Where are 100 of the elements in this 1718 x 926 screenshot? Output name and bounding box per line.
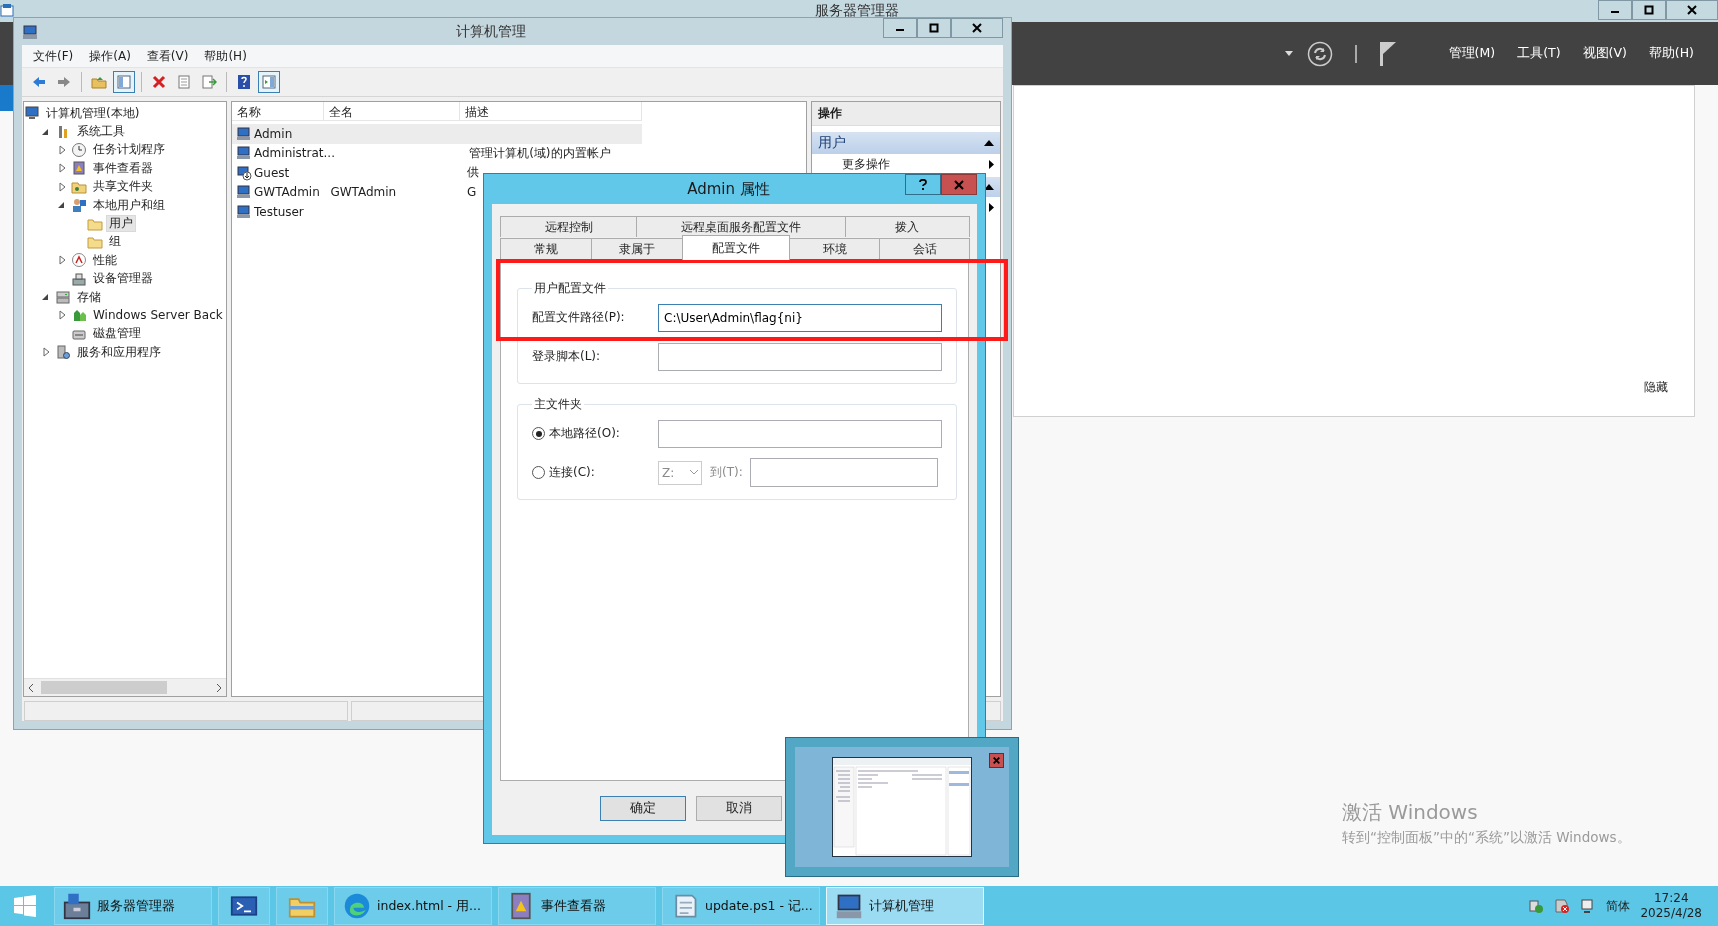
- collapse-arrow-icon: [984, 140, 994, 146]
- tree-item[interactable]: 本地用户和组: [90, 196, 168, 214]
- menu-item[interactable]: 工具(T): [1513, 43, 1565, 64]
- maximize-button[interactable]: [917, 18, 951, 38]
- close-button[interactable]: [1666, 0, 1718, 20]
- minimize-button[interactable]: [1598, 0, 1632, 20]
- minimize-button[interactable]: [883, 18, 917, 38]
- dialog-button[interactable]: 确定: [600, 795, 686, 821]
- close-button[interactable]: [951, 18, 1003, 38]
- close-icon: [972, 23, 982, 33]
- close-icon: [1687, 5, 1697, 15]
- expand-arrow-icon[interactable]: [56, 162, 68, 175]
- up-folder-icon: [91, 74, 107, 90]
- expand-arrow-icon[interactable]: [56, 143, 68, 156]
- menu-item[interactable]: 帮助(H): [197, 45, 254, 67]
- menu-item[interactable]: 视图(V): [1578, 43, 1631, 64]
- taskbar-button[interactable]: index.html - 用...: [334, 887, 492, 925]
- toolbar-button[interactable]: [258, 71, 280, 93]
- taskbar-button[interactable]: [218, 887, 270, 925]
- table-cell: G: [467, 185, 477, 200]
- input-field[interactable]: [749, 458, 938, 487]
- computer-management-icon: [835, 892, 863, 920]
- tree-item[interactable]: 事件查看器: [90, 159, 156, 177]
- help-button[interactable]: [905, 174, 941, 195]
- tab[interactable]: 配置文件: [682, 235, 790, 260]
- hide-link[interactable]: 隐藏: [1644, 379, 1668, 396]
- input-field[interactable]: [658, 419, 942, 448]
- column-header[interactable]: 名称: [232, 102, 324, 121]
- tab[interactable]: 远程控制: [500, 216, 638, 237]
- submenu-arrow-icon: [989, 202, 994, 212]
- users-icon: [71, 197, 87, 214]
- expand-arrow-icon[interactable]: [56, 309, 68, 322]
- input-language[interactable]: 简体: [1606, 897, 1631, 915]
- tree-item[interactable]: 组: [106, 233, 124, 251]
- tree-item[interactable]: 存储: [74, 288, 104, 306]
- gauge-icon: [71, 252, 87, 269]
- browser-icon: [343, 892, 371, 920]
- tree-item[interactable]: 共享文件夹: [90, 178, 156, 196]
- expand-arrow-icon[interactable]: [40, 346, 52, 359]
- expand-arrow-icon[interactable]: [56, 180, 68, 193]
- action-section-header[interactable]: 用户: [812, 132, 1000, 154]
- user-name: GWTAdmin: [254, 185, 320, 200]
- group-label: 主文件夹: [533, 396, 583, 413]
- forward-arrow-icon: [56, 74, 72, 90]
- network-icon: [1528, 898, 1545, 914]
- taskbar-button[interactable]: update.ps1 - 记...: [662, 887, 820, 925]
- refresh-icon[interactable]: [1306, 40, 1333, 67]
- taskbar-button[interactable]: 事件查看器: [498, 887, 656, 925]
- field-label: 到(T):: [710, 464, 743, 481]
- tree-item[interactable]: 设备管理器: [90, 270, 156, 288]
- clock[interactable]: 17:24 2025/4/28: [1640, 891, 1702, 921]
- table-row[interactable]: Administrat... 管理计算机(域)的内置帐户: [232, 143, 642, 163]
- tree-item[interactable]: 磁盘管理: [90, 325, 144, 343]
- menu-item[interactable]: 查看(V): [139, 45, 196, 67]
- tree-item[interactable]: 任务计划程序: [90, 141, 168, 159]
- server-toolbox-icon: [63, 892, 91, 920]
- window-title: 服务器管理器: [814, 2, 900, 20]
- action-item[interactable]: 更多操作: [812, 154, 1000, 174]
- tree-item[interactable]: 服务和应用程序: [74, 343, 164, 361]
- tree-item[interactable]: 计算机管理(本地): [43, 104, 143, 122]
- tree-item[interactable]: Windows Server Back: [90, 307, 226, 324]
- delete-icon: [151, 74, 167, 90]
- table-cell: GWTAdmin: [330, 185, 397, 200]
- column-header[interactable]: 描述: [460, 102, 642, 121]
- toolbar-button[interactable]: [113, 71, 135, 93]
- tab[interactable]: 拨入: [844, 216, 970, 237]
- tab[interactable]: 会话: [879, 238, 970, 259]
- export-icon: [201, 74, 217, 90]
- column-header[interactable]: 全名: [324, 102, 460, 121]
- menu-item[interactable]: 管理(M): [1444, 43, 1500, 64]
- event-log-icon: [71, 160, 87, 177]
- window-thumbnail-drawing[interactable]: [832, 757, 972, 857]
- input-field[interactable]: C:\User\Admin\flag{ni}: [658, 303, 942, 332]
- table-cell: 管理计算机(域)的内置帐户: [469, 144, 611, 162]
- flag-icon[interactable]: [1378, 40, 1397, 67]
- taskbar-button[interactable]: 计算机管理: [826, 887, 984, 925]
- security-alert-icon: [1554, 898, 1571, 914]
- horizontal-scrollbar[interactable]: [24, 678, 226, 696]
- restore-button[interactable]: [1632, 0, 1666, 20]
- menu-item[interactable]: 文件(F): [26, 45, 81, 67]
- tree-item[interactable]: 用户: [106, 215, 136, 233]
- input-field[interactable]: [658, 342, 942, 371]
- menu-item[interactable]: 操作(A): [82, 45, 138, 67]
- radio-button[interactable]: 本地路径(O):: [532, 425, 658, 442]
- table-row[interactable]: Admin: [232, 124, 642, 144]
- table-cell: 供: [467, 164, 480, 182]
- radio-button[interactable]: 连接(C):: [532, 464, 658, 481]
- tab[interactable]: 常规: [500, 238, 592, 259]
- expand-arrow-icon[interactable]: [56, 254, 68, 267]
- menu-item[interactable]: 帮助(H): [1644, 43, 1698, 64]
- tree-item[interactable]: 系统工具: [74, 123, 128, 141]
- dropdown-caret-icon[interactable]: [1284, 51, 1293, 56]
- tab[interactable]: 远程桌面服务配置文件: [636, 216, 846, 237]
- tab[interactable]: 环境: [789, 238, 880, 259]
- dialog-title: Admin 属性: [686, 179, 771, 199]
- taskbar-button[interactable]: 服务器管理器: [54, 887, 212, 925]
- tree-item[interactable]: 性能: [90, 251, 120, 269]
- dialog-button[interactable]: 取消: [696, 795, 782, 821]
- tab[interactable]: 隶属于: [591, 238, 683, 259]
- question-mark-icon: [919, 179, 927, 190]
